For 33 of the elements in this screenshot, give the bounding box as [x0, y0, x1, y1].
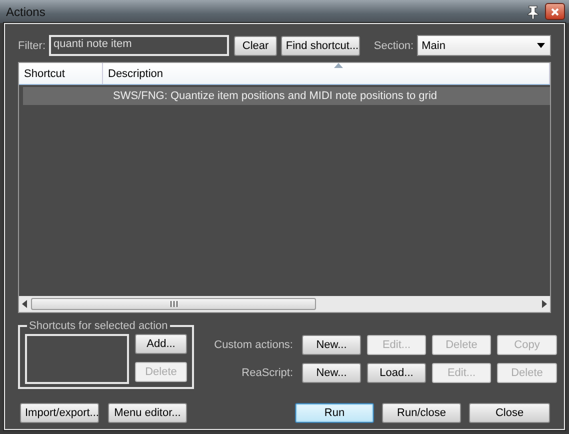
button[interactable]: Find shortcut... [280, 36, 360, 56]
section-label: Section: [374, 40, 414, 52]
horizontal-scrollbar[interactable] [19, 296, 550, 312]
pin-icon[interactable] [527, 4, 539, 18]
close-button[interactable] [545, 3, 565, 20]
filter-label: Filter: [18, 40, 46, 52]
button[interactable]: Close [469, 403, 550, 423]
column-header[interactable]: Shortcut [19, 63, 103, 84]
scroll-left-icon[interactable] [22, 300, 27, 308]
filter-field[interactable]: quanti note item [48, 35, 230, 56]
button[interactable]: Clear [234, 36, 277, 56]
button[interactable]: Run [295, 403, 374, 423]
button[interactable]: Menu editor... [108, 403, 187, 423]
button[interactable]: Run/close [382, 403, 461, 423]
grip-icon [170, 301, 178, 307]
shortcuts-list[interactable] [25, 334, 129, 384]
section-dropdown[interactable]: Main [416, 35, 551, 56]
table-row[interactable]: SWS/FNG: Quantize item positions and MIDI note positions to grid [23, 87, 550, 105]
button[interactable]: Import/export... [20, 403, 99, 423]
group-title: Shortcuts for selected action [28, 320, 169, 332]
sort-ascending-icon [334, 63, 343, 68]
button[interactable]: Load... [367, 363, 426, 383]
custom-actions-label: Custom actions: [213, 339, 294, 351]
button[interactable]: New... [302, 363, 361, 383]
button[interactable]: Add... [135, 334, 187, 354]
column-header[interactable]: Description [103, 63, 550, 84]
button[interactable]: New... [302, 335, 361, 355]
scroll-right-icon[interactable] [542, 300, 547, 308]
dropdown-arrow-icon [537, 43, 545, 48]
close-icon [551, 8, 559, 16]
window-title: Actions [6, 4, 46, 18]
reascript-label: ReaScript: [240, 367, 294, 379]
scrollbar-thumb[interactable] [31, 298, 316, 310]
